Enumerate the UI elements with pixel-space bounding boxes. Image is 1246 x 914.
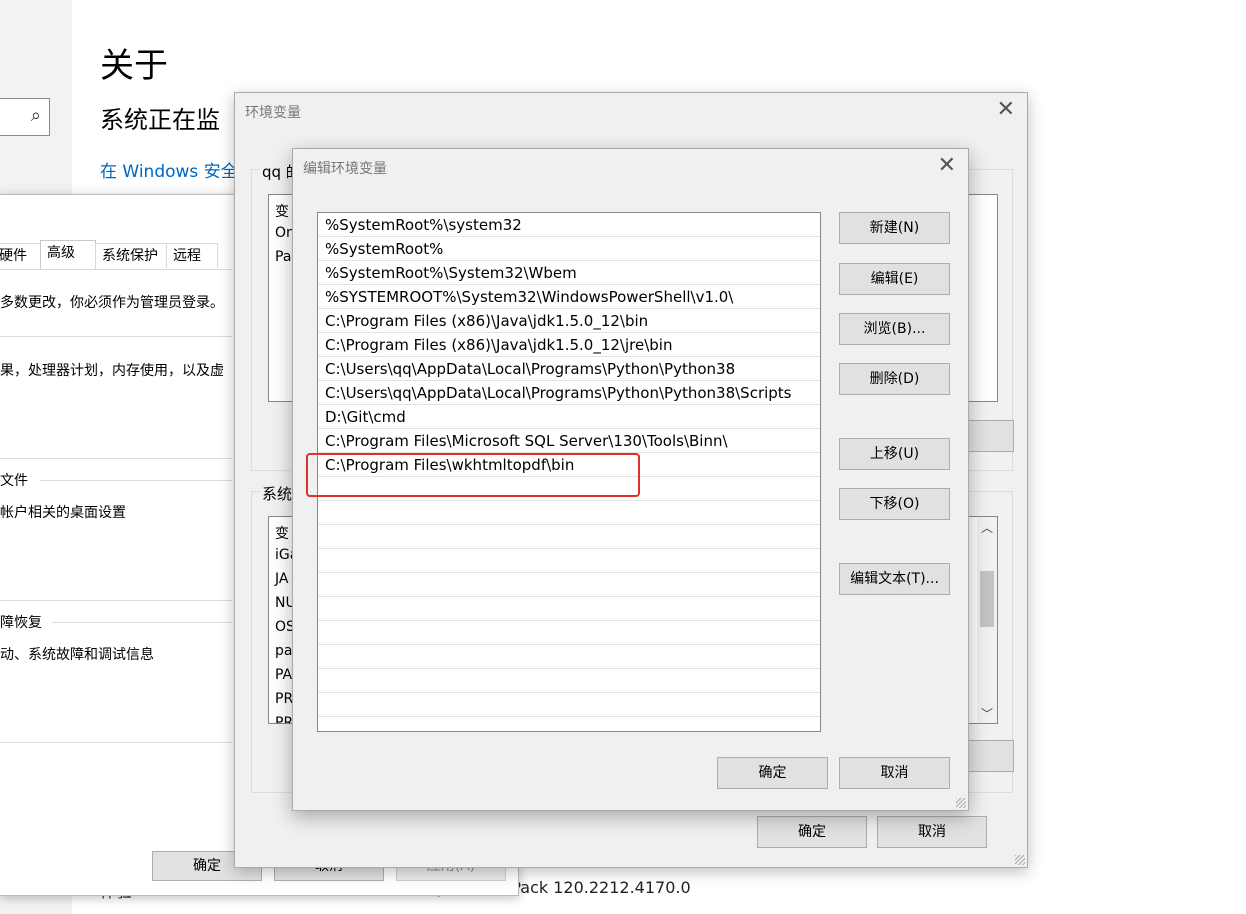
system-variables-label: 系统 — [260, 483, 295, 504]
path-row[interactable]: C:\Program Files (x86)\Java\jdk1.5.0_12\… — [318, 333, 820, 357]
edit-text-button[interactable]: 编辑文本(T)... — [839, 563, 950, 595]
path-row[interactable]: C:\Users\qq\AppData\Local\Programs\Pytho… — [318, 357, 820, 381]
resize-grip-icon[interactable] — [956, 798, 966, 808]
advanced-panel: 多数更改，你必须作为管理员登录。 果，处理器计划，内存使用，以及虚 文件 帐户相… — [0, 269, 232, 830]
divider — [0, 336, 232, 337]
empty-row[interactable] — [318, 573, 820, 597]
user-var-row[interactable]: 变 — [275, 201, 289, 221]
security-link[interactable]: 在 Windows 安全 — [100, 157, 235, 182]
startup-recovery-title: 障恢复 — [0, 615, 42, 631]
env-dialog-title: 环境变量 — [245, 105, 301, 121]
divider — [0, 742, 232, 743]
empty-row[interactable] — [318, 597, 820, 621]
empty-row[interactable] — [318, 645, 820, 669]
path-row[interactable]: C:\Program Files\Microsoft SQL Server\13… — [318, 429, 820, 453]
tab-advanced[interactable]: 高级 — [40, 240, 96, 269]
system-vars-scrollbar[interactable]: ︿ ﹀ — [977, 517, 997, 723]
divider — [52, 622, 232, 623]
divider — [40, 480, 232, 481]
scrollbar-thumb[interactable] — [980, 571, 994, 627]
search-input[interactable]: ⌕ — [0, 98, 50, 136]
system-var-row[interactable]: 变 — [275, 523, 289, 543]
edit-button[interactable]: 编辑(E) — [839, 263, 950, 295]
path-row[interactable]: %SystemRoot%\system32 — [318, 213, 820, 237]
system-var-row[interactable]: PR — [275, 715, 293, 723]
path-row[interactable]: %SYSTEMROOT%\System32\WindowsPowerShell\… — [318, 285, 820, 309]
system-var-row[interactable]: pa — [275, 643, 292, 659]
scroll-down-icon[interactable]: ﹀ — [981, 705, 993, 722]
page-subtitle: 系统正在监 — [100, 106, 220, 134]
resize-grip-icon[interactable] — [1015, 855, 1025, 865]
divider — [0, 600, 232, 601]
path-row[interactable]: C:\Program Files (x86)\Java\jdk1.5.0_12\… — [318, 309, 820, 333]
empty-row[interactable] — [318, 501, 820, 525]
env-close-icon[interactable]: ✕ — [997, 97, 1015, 122]
empty-row[interactable] — [318, 525, 820, 549]
path-row[interactable]: C:\Users\qq\AppData\Local\Programs\Pytho… — [318, 381, 820, 405]
user-profiles-title: 文件 — [0, 473, 28, 489]
scroll-up-icon[interactable]: ︿ — [981, 519, 993, 536]
empty-row[interactable] — [318, 549, 820, 573]
tab-remote[interactable]: 远程 — [166, 243, 218, 268]
divider — [0, 458, 232, 459]
new-button[interactable]: 新建(N) — [839, 212, 950, 244]
system-var-row[interactable]: JA — [275, 571, 288, 587]
annotation-highlight-box — [306, 453, 640, 497]
path-row[interactable]: D:\Git\cmd — [318, 405, 820, 429]
startup-recovery-desc: 动、系统故障和调试信息 — [0, 647, 154, 663]
performance-desc: 果，处理器计划，内存使用，以及虚 — [0, 363, 224, 379]
browse-button[interactable]: 浏览(B)... — [839, 313, 950, 345]
empty-row[interactable] — [318, 621, 820, 645]
page-title: 关于 — [100, 46, 168, 86]
move-down-button[interactable]: 下移(O) — [839, 488, 950, 520]
move-up-button[interactable]: 上移(U) — [839, 438, 950, 470]
env-ok-button[interactable]: 确定 — [757, 816, 867, 848]
user-var-row[interactable]: Pa — [275, 249, 291, 265]
user-profiles-desc: 帐户相关的桌面设置 — [0, 505, 126, 521]
edit-cancel-button[interactable]: 取消 — [839, 757, 950, 789]
env-cancel-button[interactable]: 取消 — [877, 816, 987, 848]
edit-dialog-title: 编辑环境变量 — [303, 161, 387, 177]
path-row[interactable]: %SystemRoot% — [318, 237, 820, 261]
system-var-row[interactable]: PR — [275, 691, 293, 707]
admin-note: 多数更改，你必须作为管理员登录。 — [0, 295, 224, 311]
search-icon[interactable]: ⌕ — [31, 105, 41, 126]
edit-ok-button[interactable]: 确定 — [717, 757, 828, 789]
edit-close-icon[interactable]: ✕ — [938, 153, 956, 178]
path-row[interactable]: %SystemRoot%\System32\Wbem — [318, 261, 820, 285]
empty-row[interactable] — [318, 693, 820, 717]
delete-button[interactable]: 删除(D) — [839, 363, 950, 395]
empty-row[interactable] — [318, 669, 820, 693]
tab-hardware[interactable]: 硬件 — [0, 243, 42, 268]
system-var-row[interactable]: PA — [275, 667, 292, 683]
tab-system-protection[interactable]: 系统保护 — [95, 243, 167, 268]
